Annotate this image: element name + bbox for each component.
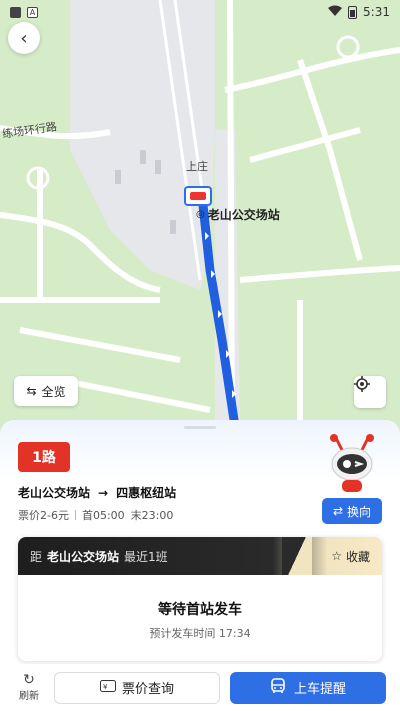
swap-arrows-icon: ⇆	[26, 384, 37, 398]
reverse-label: 换向	[347, 504, 372, 519]
back-arrow-icon: ‹	[20, 27, 28, 49]
overview-button[interactable]: ⇆ 全览	[14, 376, 78, 406]
next-bus-info: 最近1班	[124, 549, 168, 564]
favorite-button[interactable]: ☆ 收藏	[331, 548, 370, 565]
mascot-robot-icon[interactable]	[324, 434, 380, 494]
refresh-label: 刷新	[19, 691, 39, 702]
overview-label: 全览	[41, 384, 66, 399]
estimated-departure: 预计发车时间 17:34	[149, 627, 251, 640]
a-notification-icon: A	[27, 6, 38, 18]
distance-prefix: 距	[30, 549, 43, 564]
notification-icon	[10, 6, 21, 18]
star-icon: ☆	[331, 549, 342, 563]
back-button[interactable]: ‹	[8, 22, 40, 54]
bus-stop-marker[interactable]	[184, 186, 212, 206]
fare-query-label: 票价查询	[121, 682, 174, 697]
last-bus-time: 末23:00	[130, 509, 174, 522]
station-name: 老山公交场站	[207, 208, 280, 222]
route-from: 老山公交场站	[18, 486, 91, 500]
refresh-button[interactable]: ↻ 刷新	[14, 673, 44, 702]
arrival-card: 距 老山公交场站 最近1班 ☆ 收藏 等待首站发车 预计发车时间 17:34	[18, 537, 382, 661]
reverse-direction-button[interactable]: ⇄ 换向	[322, 498, 382, 524]
first-bus-time: 首05:00	[81, 509, 125, 522]
wifi-icon	[328, 5, 343, 20]
favorite-label: 收藏	[345, 549, 370, 564]
pin-icon: ◎	[196, 209, 205, 220]
current-stop: 老山公交场站	[47, 549, 120, 564]
bus-icon	[270, 677, 286, 698]
reminder-label: 上车提醒	[293, 682, 346, 697]
divider	[74, 510, 76, 520]
fare-query-button[interactable]: ¥ 票价查询	[54, 671, 220, 704]
route-number-badge: 1路	[18, 442, 70, 472]
station-label[interactable]: ◎ 老山公交场站	[196, 206, 280, 223]
swap-icon: ⇄	[332, 504, 344, 518]
road-label-2: 上庄	[186, 160, 208, 173]
refresh-icon: ↻	[23, 672, 35, 688]
boarding-reminder-button[interactable]: 上车提醒	[230, 671, 386, 704]
fare-text: 票价2-6元	[18, 509, 69, 522]
map-view[interactable]: 练场环行路 上庄 ◎ 老山公交场站 ‹ ⇆ 全览	[0, 0, 400, 432]
direction-arrow: →	[98, 485, 109, 500]
arrival-card-header: 距 老山公交场站 最近1班 ☆ 收藏	[18, 537, 382, 575]
route-panel: 1路 老山公交场站 → 四惠枢纽站 票价2-6元 首05:00 末23:00 ⇄…	[0, 420, 400, 711]
bottom-action-bar: ↻ 刷新 ¥ 票价查询 上车提醒	[0, 664, 400, 711]
drag-handle[interactable]	[184, 426, 216, 429]
route-direction: 老山公交场站 → 四惠枢纽站	[18, 484, 176, 501]
wait-status: 等待首站发车	[158, 602, 242, 618]
battery-icon	[348, 5, 358, 19]
route-to: 四惠枢纽站	[116, 486, 177, 500]
route-meta: 票价2-6元 首05:00 末23:00	[18, 507, 173, 523]
header-decoration	[282, 537, 312, 575]
status-bar: A 5:31	[0, 0, 400, 24]
ticket-icon: ¥	[99, 679, 116, 696]
svg-text:¥: ¥	[103, 683, 108, 691]
locate-button[interactable]	[354, 376, 386, 408]
clock: 5:31	[363, 5, 390, 19]
